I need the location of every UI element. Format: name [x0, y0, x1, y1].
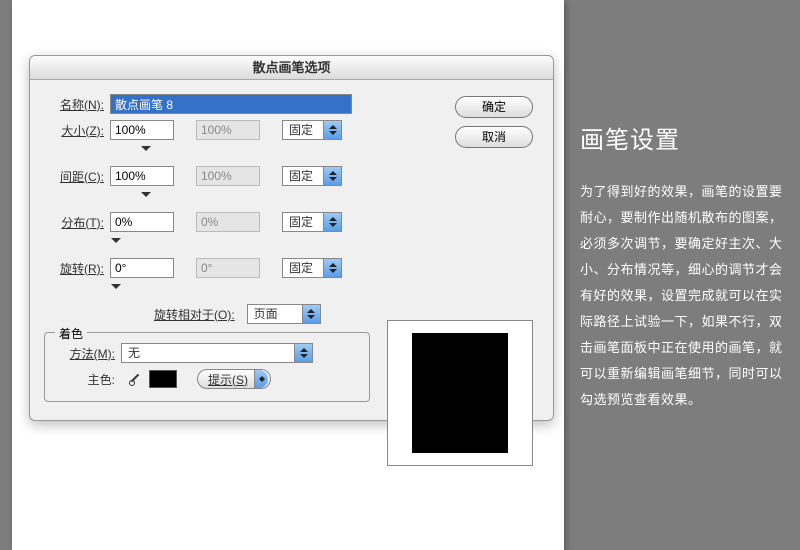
- size-mode-select[interactable]: 固定: [282, 120, 342, 140]
- dropdown-arrow-icon: [254, 370, 268, 388]
- spacing-label: 间距(C):: [44, 168, 104, 185]
- dialog-body: 名称(N): 大小(Z): 固定 间距(C): 固定: [30, 80, 553, 420]
- preview-swatch: [412, 333, 508, 453]
- method-select[interactable]: 无: [121, 343, 313, 363]
- spacing-row: 间距(C): 固定: [44, 166, 539, 186]
- tint-group-label: 着色: [55, 325, 87, 342]
- rotate-row: 旋转(R): 固定: [44, 258, 539, 278]
- scatter-input-1[interactable]: [110, 212, 174, 232]
- spacing-mode-select[interactable]: 固定: [282, 166, 342, 186]
- dropdown-arrow-icon: [323, 213, 341, 231]
- dialog-title: 散点画笔选项: [30, 56, 553, 80]
- spacing-slider[interactable]: [110, 192, 182, 202]
- dropdown-arrow-icon: [302, 305, 320, 323]
- spacing-input-2: [196, 166, 260, 186]
- rotate-mode-select[interactable]: 固定: [282, 258, 342, 278]
- keycolor-label: 主色:: [55, 371, 115, 388]
- rotate-relative-select[interactable]: 页面: [247, 304, 321, 324]
- dropdown-arrow-icon: [323, 259, 341, 277]
- rotate-input-1[interactable]: [110, 258, 174, 278]
- dropdown-arrow-icon: [323, 167, 341, 185]
- keycolor-row: 主色: 提示(S): [55, 369, 359, 389]
- size-input-2: [196, 120, 260, 140]
- scatter-input-2: [196, 212, 260, 232]
- cancel-button[interactable]: 取消: [455, 126, 533, 148]
- scatter-row: 分布(T): 固定: [44, 212, 539, 232]
- size-slider[interactable]: [110, 146, 182, 156]
- scatter-mode-select[interactable]: 固定: [282, 212, 342, 232]
- brush-preview: [387, 320, 533, 466]
- rotate-label: 旋转(R):: [44, 260, 104, 277]
- scatter-brush-options-dialog: 散点画笔选项 名称(N): 大小(Z): 固定 间距(C):: [29, 55, 554, 421]
- scatter-label: 分布(T):: [44, 214, 104, 231]
- eyedropper-icon[interactable]: [127, 371, 143, 387]
- document-page: 散点画笔选项 名称(N): 大小(Z): 固定 间距(C):: [12, 0, 564, 550]
- ok-button[interactable]: 确定: [455, 96, 533, 118]
- rotate-relative-label: 旋转相对于(O):: [154, 306, 235, 323]
- side-body: 为了得到好的效果，画笔的设置要耐心，要制作出随机散布的图案，必须多次调节，要确定…: [580, 179, 785, 413]
- spacing-input-1[interactable]: [110, 166, 174, 186]
- size-label: 大小(Z):: [44, 122, 104, 139]
- side-text: 画笔设置 为了得到好的效果，画笔的设置要耐心，要制作出随机散布的图案，必须多次调…: [580, 120, 785, 413]
- scatter-slider[interactable]: [110, 238, 182, 248]
- method-label: 方法(M):: [55, 345, 115, 362]
- side-heading: 画笔设置: [580, 120, 785, 155]
- dropdown-arrow-icon: [294, 344, 312, 362]
- dropdown-arrow-icon: [323, 121, 341, 139]
- tips-button[interactable]: 提示(S): [197, 369, 271, 389]
- name-input[interactable]: [110, 94, 352, 114]
- size-input-1[interactable]: [110, 120, 174, 140]
- name-label: 名称(N):: [44, 96, 104, 113]
- keycolor-swatch[interactable]: [149, 370, 177, 388]
- method-row: 方法(M): 无: [55, 343, 359, 363]
- rotate-slider[interactable]: [110, 284, 182, 294]
- tint-group: 着色 方法(M): 无 主色: 提示(S): [44, 332, 370, 402]
- rotate-input-2: [196, 258, 260, 278]
